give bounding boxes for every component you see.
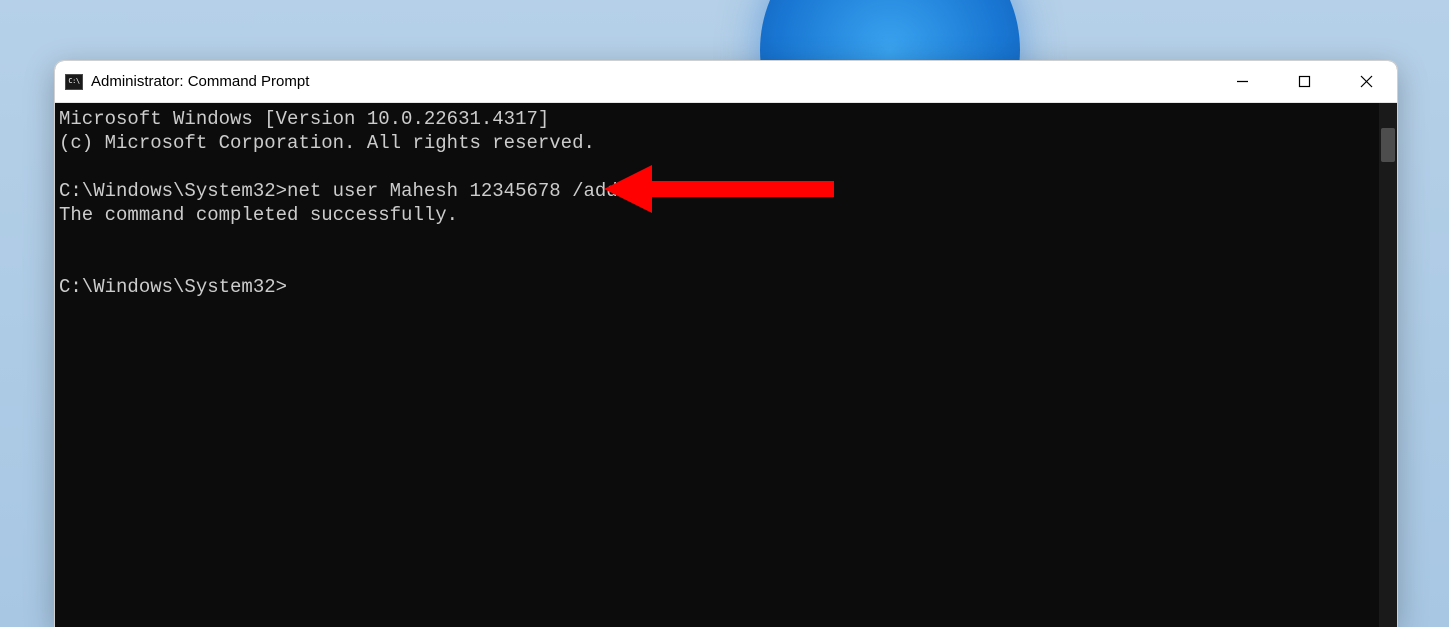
close-icon [1360,75,1373,88]
window-controls [1211,61,1397,102]
command-prompt-window: Administrator: Command Prompt Micr [54,60,1398,627]
titlebar-left: Administrator: Command Prompt [65,73,309,90]
terminal-output[interactable]: Microsoft Windows [Version 10.0.22631.43… [55,103,1379,627]
scrollbar-track[interactable] [1379,103,1397,627]
terminal-area: Microsoft Windows [Version 10.0.22631.43… [55,103,1397,627]
maximize-button[interactable] [1273,61,1335,102]
cmd-icon [65,74,83,90]
maximize-icon [1298,75,1311,88]
minimize-button[interactable] [1211,61,1273,102]
output-line: The command completed successfully. [59,204,458,226]
scrollbar-thumb[interactable] [1381,128,1395,162]
window-title: Administrator: Command Prompt [91,73,309,90]
prompt-path: C:\Windows\System32> [59,180,287,202]
prompt-path: C:\Windows\System32> [59,276,287,298]
close-button[interactable] [1335,61,1397,102]
output-line: Microsoft Windows [Version 10.0.22631.43… [59,108,549,130]
titlebar[interactable]: Administrator: Command Prompt [55,61,1397,103]
output-line: (c) Microsoft Corporation. All rights re… [59,132,595,154]
entered-command: net user Mahesh 12345678 /add [287,180,618,202]
minimize-icon [1236,75,1249,88]
